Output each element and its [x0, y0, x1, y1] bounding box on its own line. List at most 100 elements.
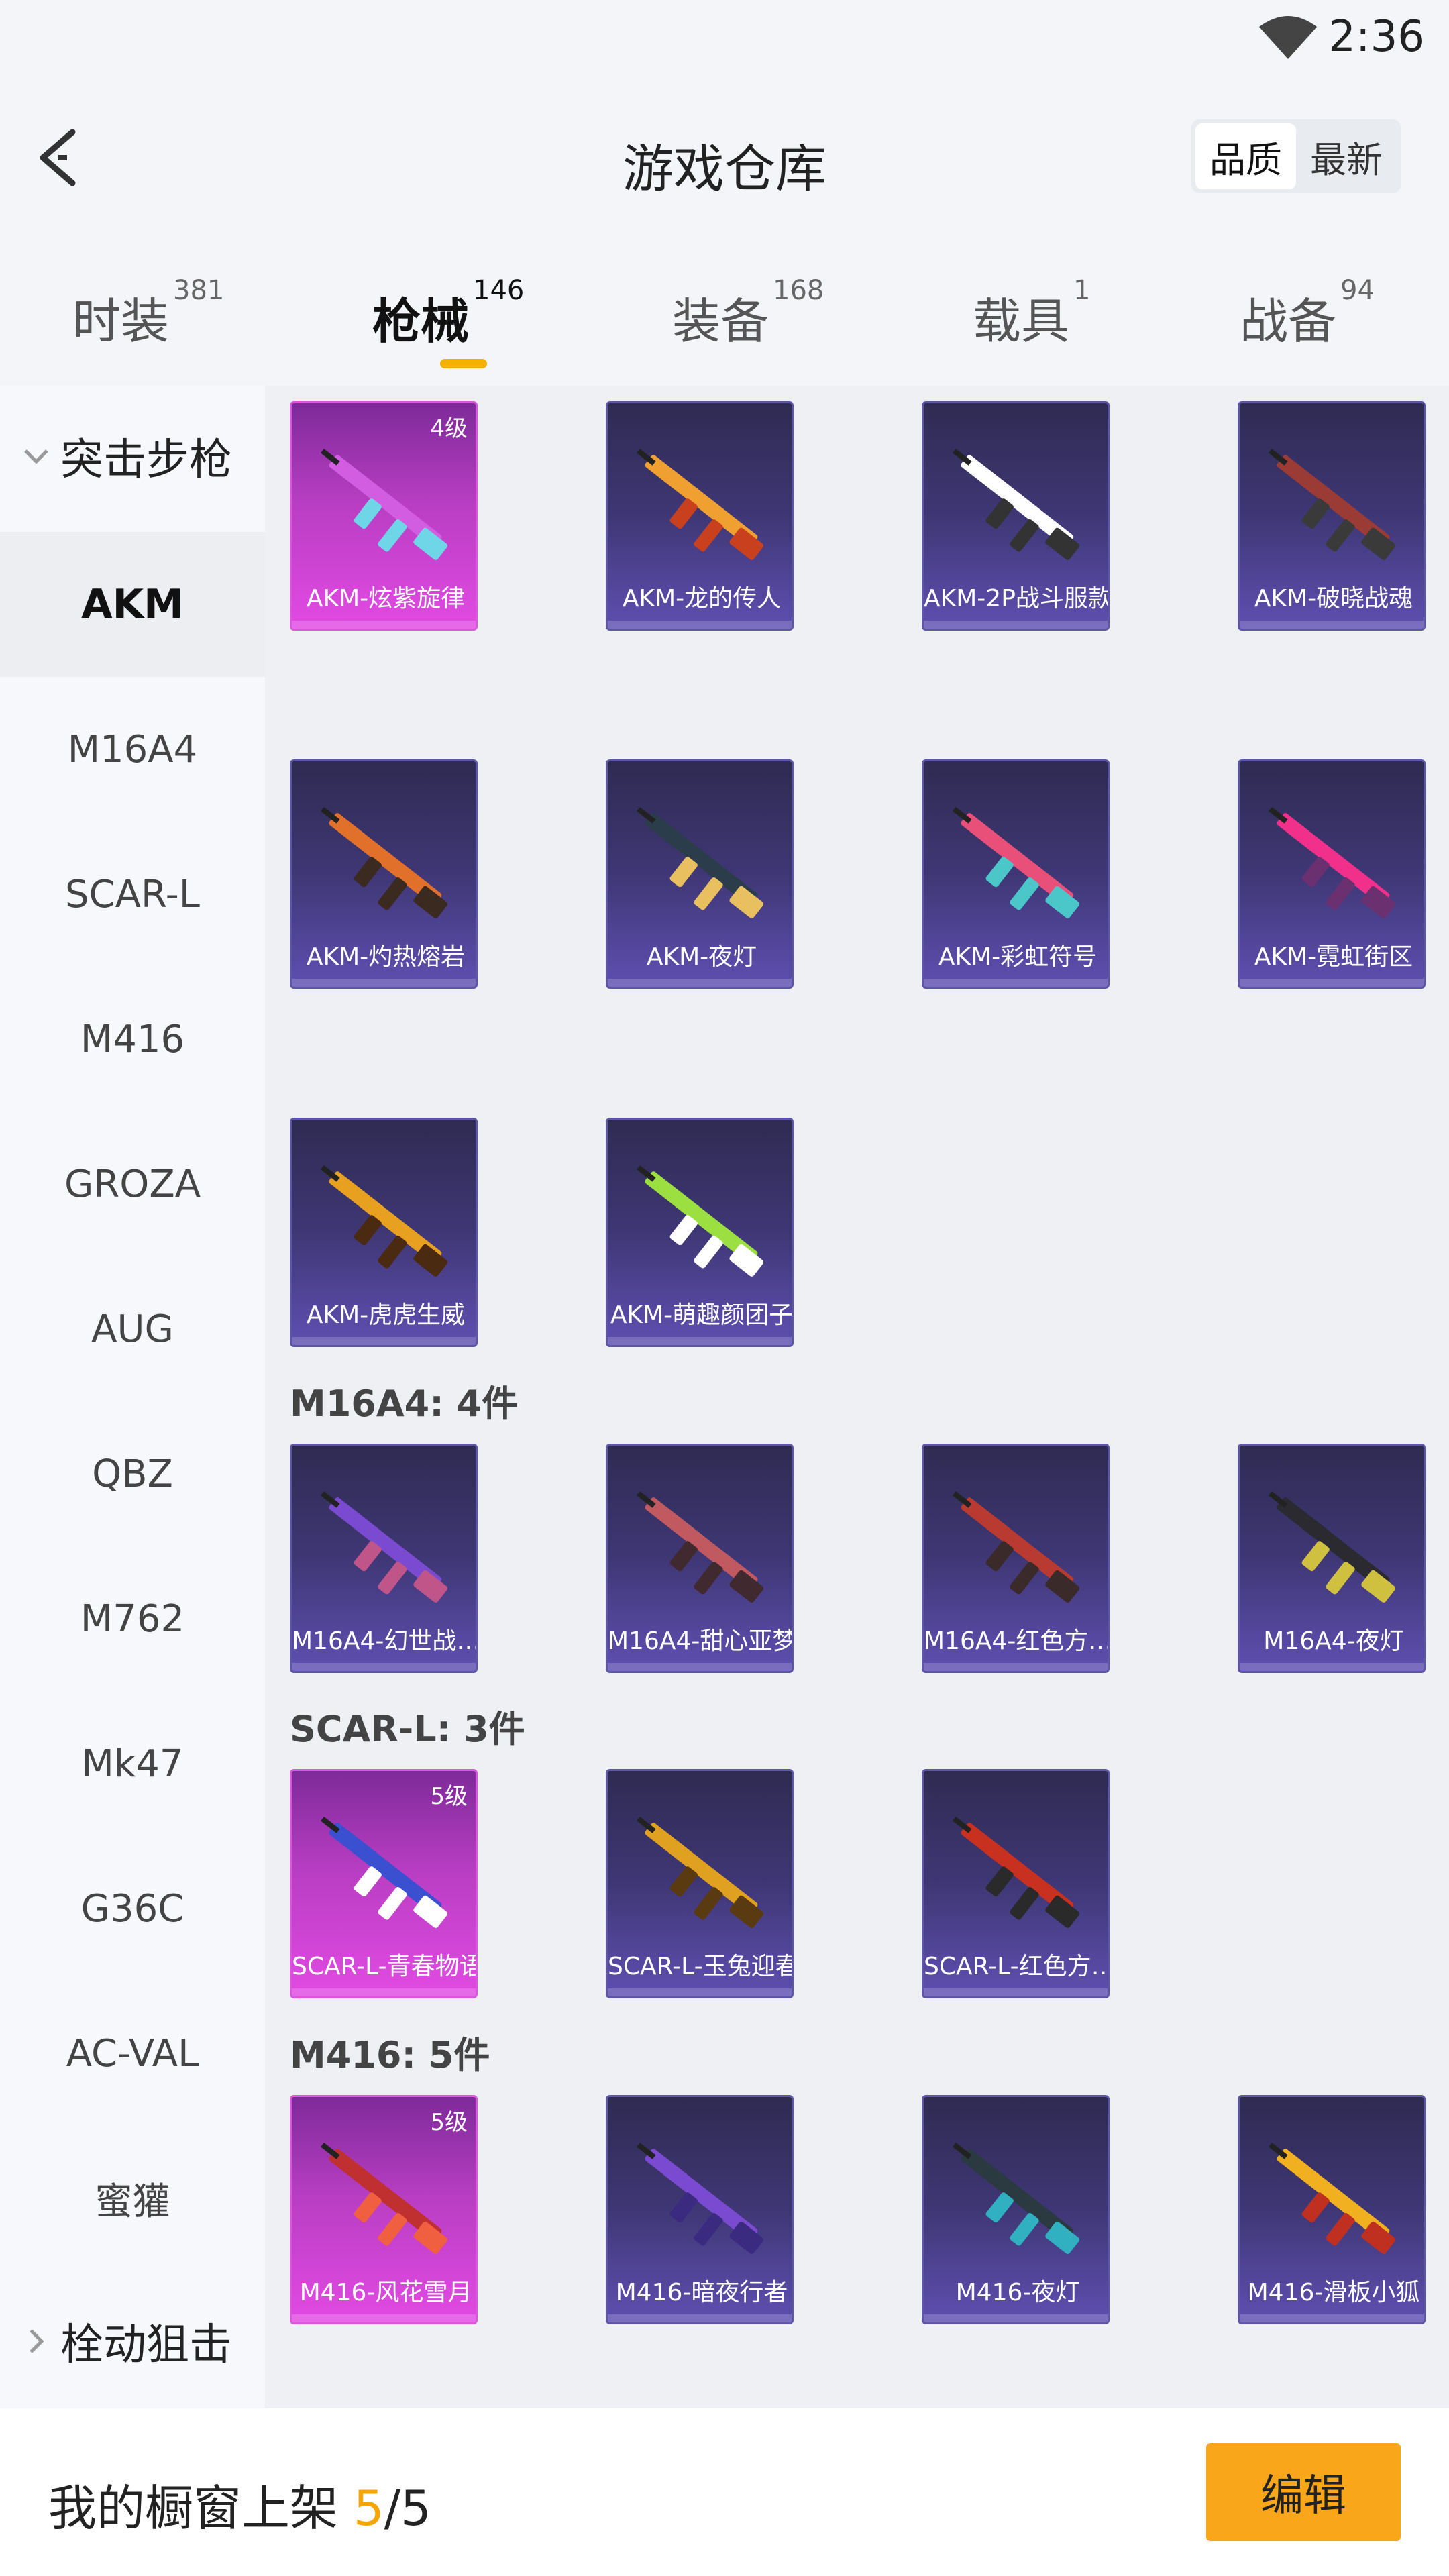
weapon-card[interactable]: AKM-萌趣颜团子 — [606, 1118, 794, 1347]
tab-fashion-label: 时装 — [72, 293, 170, 350]
weapon-card[interactable]: M16A4-幻世战… — [290, 1444, 478, 1673]
weapon-card[interactable]: M416-暗夜行者 — [606, 2095, 794, 2324]
sidebar-item-akm[interactable]: AKM — [0, 532, 265, 677]
status-time: 2:36 — [1328, 12, 1425, 62]
section-title-m416: M416: 5件 — [290, 2034, 490, 2076]
scar-l-rifle-icon — [952, 1816, 1080, 1928]
card-name: AKM-霓虹街区 — [1254, 943, 1413, 971]
card-name: M16A4-幻世战… — [292, 1627, 478, 1655]
weapon-card[interactable]: M16A4-甜心亚梦 — [606, 1444, 794, 1673]
weapon-card[interactable]: AKM-破晓战魂 — [1238, 401, 1426, 631]
sidebar-item-groza[interactable]: GROZA — [0, 1112, 265, 1256]
sidebar-group-assault-rifles[interactable]: 突击步枪 — [0, 386, 265, 527]
tab-fashion-count: 381 — [173, 275, 225, 306]
weapon-card[interactable]: SCAR-L-玉兔迎春 — [606, 1769, 794, 1998]
tab-supplies[interactable]: 战备94 — [1240, 275, 1375, 352]
card-name: AKM-夜灯 — [646, 943, 757, 971]
showcase-total: /5 — [384, 2480, 431, 2536]
m16a4-rifle-icon — [320, 1491, 448, 1603]
tab-guns[interactable]: 枪械146 — [372, 275, 524, 352]
showcase-status: 我的橱窗上架 5/5 — [48, 2469, 431, 2539]
tab-equipment-count: 168 — [773, 275, 824, 306]
card-name: M416-夜灯 — [955, 2279, 1080, 2306]
sidebar-item-m416[interactable]: M416 — [0, 967, 265, 1112]
card-name-band — [924, 979, 1108, 987]
sidebar-item-mk47[interactable]: Mk47 — [0, 1691, 265, 1836]
card-name: AKM-破晓战魂 — [1254, 585, 1413, 612]
tab-fashion[interactable]: 时装381 — [72, 275, 224, 352]
sidebar-item-aug[interactable]: AUG — [0, 1256, 265, 1401]
status-bar: 2:36 — [0, 0, 1449, 74]
m16a4-rifle-icon — [1268, 1491, 1396, 1603]
active-tab-indicator — [440, 359, 487, 368]
akm-rifle-icon — [636, 448, 764, 560]
weapon-card[interactable]: AKM-灼热熔岩 — [290, 759, 478, 989]
tab-supplies-label: 战备 — [1240, 293, 1337, 350]
card-name: SCAR-L-红色方… — [924, 1953, 1110, 1980]
card-name: AKM-龙的传人 — [622, 585, 782, 612]
sidebar-item-g36c[interactable]: G36C — [0, 1836, 265, 1981]
akm-rifle-icon — [952, 448, 1080, 560]
card-name: AKM-灼热熔岩 — [306, 943, 466, 971]
card-name: M16A4-红色方… — [924, 1627, 1110, 1655]
sidebar-item-scar-l[interactable]: SCAR-L — [0, 822, 265, 967]
card-name-band — [924, 621, 1108, 629]
weapon-card[interactable]: AKM-夜灯 — [606, 759, 794, 989]
weapon-card[interactable]: 5级 SCAR-L-青春物语 — [290, 1769, 478, 1998]
weapon-card[interactable]: AKM-虎虎生威 — [290, 1118, 478, 1347]
sidebar-group-label: 突击步枪 — [60, 435, 232, 485]
card-name: M416-风花雪月 — [299, 2279, 472, 2306]
chevron-right-icon — [30, 2329, 44, 2353]
weapon-card[interactable]: SCAR-L-红色方… — [922, 1769, 1110, 1998]
card-name-band — [608, 621, 792, 629]
card-name: AKM-2P战斗服款 — [924, 585, 1110, 612]
card-name: M416-滑板小狐 — [1247, 2279, 1420, 2306]
card-name-band — [924, 1988, 1108, 1996]
sidebar-item-m762[interactable]: M762 — [0, 1546, 265, 1691]
weapon-card[interactable]: M416-夜灯 — [922, 2095, 1110, 2324]
edit-button[interactable]: 编辑 — [1206, 2443, 1401, 2541]
weapon-sidebar: 突击步枪 AKM M16A4 SCAR-L M416 GROZA AUG QBZ… — [0, 386, 265, 2408]
sort-quality-button[interactable]: 品质 — [1195, 123, 1296, 189]
sort-newest-button[interactable]: 最新 — [1296, 123, 1397, 189]
weapon-card[interactable]: 4级 AKM-炫紫旋律 — [290, 401, 478, 631]
weapon-card[interactable]: AKM-霓虹街区 — [1238, 759, 1426, 989]
weapon-card[interactable]: AKM-龙的传人 — [606, 401, 794, 631]
akm-rifle-icon — [636, 806, 764, 918]
tab-guns-label: 枪械 — [372, 293, 470, 350]
card-name-band — [608, 979, 792, 987]
card-name: AKM-萌趣颜团子 — [610, 1301, 794, 1329]
card-name-band — [1240, 1663, 1424, 1671]
weapon-card[interactable]: M16A4-红色方… — [922, 1444, 1110, 1673]
akm-rifle-icon — [952, 806, 1080, 918]
card-name-band — [608, 1663, 792, 1671]
sidebar-item-honey-badger[interactable]: 蜜獾 — [0, 2126, 265, 2271]
header: 游戏仓库 品质 最新 — [0, 101, 1449, 215]
weapon-card[interactable]: AKM-彩虹符号 — [922, 759, 1110, 989]
tab-equipment[interactable]: 装备168 — [672, 275, 824, 352]
wifi-icon — [1259, 16, 1317, 59]
card-name-band — [924, 1663, 1108, 1671]
sidebar-item-qbz[interactable]: QBZ — [0, 1401, 265, 1546]
card-name-band — [292, 2314, 476, 2322]
weapon-card[interactable]: AKM-2P战斗服款 — [922, 401, 1110, 631]
weapon-card[interactable]: M416-滑板小狐 — [1238, 2095, 1426, 2324]
showcase-current-count: 5 — [353, 2480, 384, 2536]
sidebar-group-bolt-snipers[interactable]: 栓动狙击 — [0, 2271, 265, 2412]
card-name-band — [1240, 2314, 1424, 2322]
card-name-band — [924, 2314, 1108, 2322]
m16a4-rifle-icon — [636, 1491, 764, 1603]
tab-vehicles[interactable]: 载具1 — [973, 275, 1090, 352]
weapon-card[interactable]: M16A4-夜灯 — [1238, 1444, 1426, 1673]
scar-l-rifle-icon — [320, 1816, 448, 1928]
scar-l-rifle-icon — [636, 1816, 764, 1928]
m16a4-rifle-icon — [952, 1491, 1080, 1603]
sidebar-item-ac-val[interactable]: AC-VAL — [0, 1981, 265, 2126]
sidebar-item-m16a4[interactable]: M16A4 — [0, 677, 265, 822]
akm-rifle-icon — [1268, 448, 1396, 560]
card-name-band — [292, 979, 476, 987]
card-name: SCAR-L-玉兔迎春 — [608, 1953, 794, 1980]
m416-rifle-icon — [952, 2142, 1080, 2254]
weapon-card[interactable]: 5级 M416-风花雪月 — [290, 2095, 478, 2324]
m416-rifle-icon — [636, 2142, 764, 2254]
